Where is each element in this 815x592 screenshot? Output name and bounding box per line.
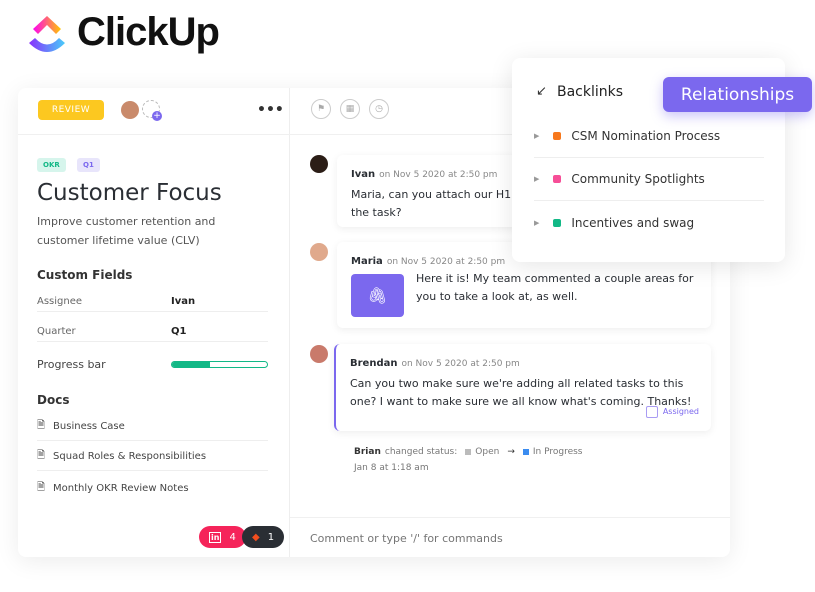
field-label: Assignee [37,296,83,307]
comment-text: Here it is! My team commented a couple a… [416,272,694,303]
plus-icon: + [152,111,162,121]
doc-item[interactable]: 🗎 Business Case [37,413,268,441]
backlink-label: Community Spotlights [571,172,705,186]
doc-label: Business Case [53,421,125,432]
status-to: In Progress [532,447,583,457]
doc-item[interactable]: 🗎 Squad Roles & Responsibilities [37,443,268,471]
color-dot [553,132,562,140]
tag-okr[interactable]: OKR [37,158,66,172]
brand-name: ClickUp [77,10,220,54]
comment-time: on Nov 5 2020 at 2:50 pm [386,257,506,267]
clock-icon[interactable]: ◷ [369,99,389,119]
flag-icon[interactable]: ⚑ [311,99,331,119]
comment-author: Ivan [351,169,376,180]
docs-heading: Docs [37,393,70,407]
caret-right-icon: ▶ [534,218,540,227]
custom-fields-heading: Custom Fields [37,268,133,282]
comment-input[interactable] [310,528,710,548]
comment-time: on Nov 5 2020 at 2:50 pm [401,359,520,369]
figma-integration[interactable]: ◆ 1 [242,526,285,548]
assigned-checkbox[interactable]: Assigned [645,403,699,421]
status-dot [465,449,472,455]
count: 1 [267,531,275,543]
avatar [121,101,139,119]
backlink-label: CSM Nomination Process [571,129,721,143]
checkbox-icon [645,406,658,418]
figma-icon: ◆ [252,531,260,543]
doc-label: Squad Roles & Responsibilities [53,451,207,462]
field-quarter[interactable]: Quarter Q1 [37,322,268,342]
activity-action: changed status: [384,447,458,457]
comment: Brendan on Nov 5 2020 at 2:50 pm Can you … [334,344,711,431]
color-dot [553,175,562,183]
document-icon: 🗎 [37,420,46,431]
field-assignee[interactable]: Assignee Ivan [37,292,268,312]
progress-bar [171,360,268,368]
status-badge[interactable]: REVIEW [38,100,104,120]
comment-author: Maria [351,256,383,267]
more-options-icon[interactable]: ••• [257,102,284,118]
comment-author: Brendan [350,358,398,369]
color-dot [553,218,562,227]
avatar [310,345,328,363]
activity-time: Jan 8 at 1:18 am [354,463,429,473]
field-progress[interactable]: Progress bar [37,354,268,374]
document-icon: 🗎 [37,450,46,461]
clickup-logo-icon [29,15,65,52]
progress-fill [172,361,210,367]
page-title: Customer Focus [37,180,222,206]
field-label: Progress bar [37,357,106,371]
comment-text: Maria, can you attach our H1 Pl the task… [351,188,525,219]
attachment-paperclip-icon[interactable]: 🖇 [351,274,404,317]
avatar [310,155,328,173]
calendar-icon[interactable]: ▦ [340,99,360,119]
assigned-label: Assigned [662,407,699,416]
activity-user: Brian [354,447,381,457]
arrow-right-icon: → [507,447,515,457]
field-label: Quarter [37,326,76,337]
status-dot [522,449,529,455]
status-from: Open [475,447,500,457]
activity-item: Brian changed status: Open → In Progress [354,447,583,457]
backlink-item[interactable]: ▶ CSM Nomination Process [534,115,764,158]
backlinks-heading: Backlinks [557,84,624,100]
avatar [310,243,328,261]
backlink-label: Incentives and swag [571,215,695,230]
count: 4 [229,531,236,543]
field-value: Q1 [171,326,187,337]
field-value: Ivan [171,296,196,307]
linkedin-icon: in [209,531,222,543]
clickup-logo: ClickUp [25,10,220,55]
tag-q1[interactable]: Q1 [77,158,100,172]
linkedin-integration[interactable]: in 4 [199,526,246,548]
backlink-item[interactable]: ▶ Incentives and swag [534,201,764,244]
comment-time: on Nov 5 2020 at 2:50 pm [379,170,498,180]
relationships-badge[interactable]: Relationships [663,77,812,112]
caret-right-icon: ▶ [534,132,540,140]
caret-right-icon: ▶ [534,175,540,183]
backlink-item[interactable]: ▶ Community Spotlights [534,158,764,201]
comment: Ivan on Nov 5 2020 at 2:50 pm Maria, can … [337,155,537,227]
doc-item[interactable]: 🗎 Monthly OKR Review Notes [37,474,268,502]
document-icon: 🗎 [37,481,46,493]
doc-label: Monthly OKR Review Notes [53,482,189,494]
task-description: Improve customer retention and customer … [37,215,216,247]
arrow-down-left-icon: ↙ [536,84,547,99]
